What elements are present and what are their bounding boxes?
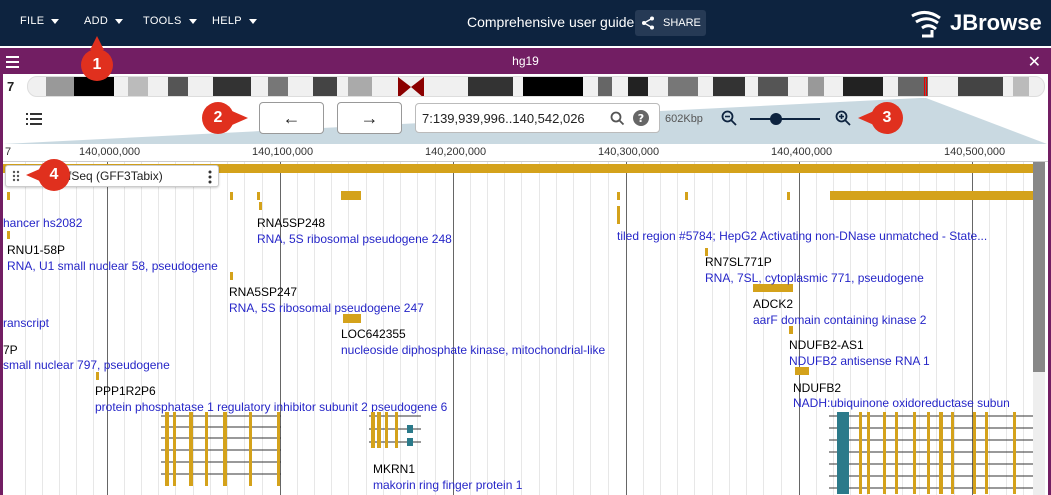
view-header: hg19 ✕: [0, 48, 1051, 74]
share-icon: [642, 16, 654, 30]
tools-menu[interactable]: TOOLS: [143, 15, 197, 27]
feature-bar[interactable]: [830, 191, 1033, 200]
ruler-tick: 140,400,000: [771, 146, 833, 158]
callout-badge: 1: [81, 49, 113, 81]
ruler-tick: 140,000,000: [79, 146, 141, 158]
feature-description[interactable]: hancer hs2082: [3, 216, 82, 230]
caret-down-icon: [51, 18, 60, 24]
region-size-label: 602Kbp: [665, 113, 703, 125]
share-button[interactable]: SHARE: [635, 10, 706, 36]
centromere-icon: [398, 77, 424, 96]
feature-name[interactable]: ADCK2: [753, 297, 793, 311]
jbrowse-logo: JBrowse: [910, 8, 1042, 38]
caret-down-icon: [188, 18, 197, 24]
search-icon[interactable]: [610, 111, 625, 126]
feature-name[interactable]: RNA5SP247: [229, 285, 297, 299]
help-menu[interactable]: HELP: [212, 15, 257, 27]
feature-name[interactable]: 7P: [3, 343, 18, 357]
callout-pointer: [232, 111, 248, 125]
add-menu[interactable]: ADD: [84, 15, 124, 27]
feature-name[interactable]: RNA5SP248: [257, 216, 325, 230]
zoom-slider-track[interactable]: [750, 118, 820, 120]
callout-badge: 3: [871, 102, 903, 134]
feature-name[interactable]: PPP1R2P6: [95, 384, 156, 398]
feature-name[interactable]: NDUFB2: [793, 381, 841, 395]
ruler-tick: 140,200,000: [425, 146, 487, 158]
scrollbar-thumb[interactable]: [1033, 162, 1045, 372]
feature-description[interactable]: makorin ring finger protein 1: [373, 478, 522, 492]
feature-description[interactable]: tiled region #5784; HepG2 Activating non…: [617, 229, 987, 243]
coordinate-ruler[interactable]: [3, 144, 1048, 162]
feature-description[interactable]: aarF domain containing kinase 2: [753, 313, 926, 327]
ruler-chrom-label: 7: [5, 146, 12, 158]
feature-description[interactable]: RNA, 7SL, cytoplasmic 771, pseudogene: [705, 271, 924, 285]
feature-name[interactable]: LOC642355: [341, 327, 406, 341]
feature-track[interactable]: hancer hs2082 RNA5SP248 RNA, 5S ribosoma…: [3, 162, 1033, 495]
feature-description[interactable]: RNA, 5S ribosomal pseudogene 248: [257, 232, 452, 246]
track-selector-icon[interactable]: [26, 112, 42, 129]
transcript-glyphs[interactable]: [823, 412, 1033, 495]
close-view-icon[interactable]: ✕: [1028, 52, 1041, 72]
feature-description[interactable]: ranscript: [3, 316, 49, 330]
scroll-right-button[interactable]: →: [337, 102, 402, 134]
ruler-tick: 140,500,000: [944, 146, 1006, 158]
ruler-tick: 140,100,000: [252, 146, 314, 158]
caret-down-icon: [115, 18, 124, 24]
drag-handle-icon[interactable]: [12, 170, 20, 182]
zoom-slider-thumb[interactable]: [770, 113, 782, 125]
scroll-left-button[interactable]: ←: [259, 102, 324, 134]
feature-description[interactable]: RNA, U1 small nuclear 58, pseudogene: [7, 259, 218, 273]
callout-pointer: [26, 168, 42, 182]
track-scrollbar[interactable]: [1033, 162, 1045, 495]
zoom-in-icon[interactable]: [835, 110, 851, 126]
svg-text:?: ?: [638, 112, 644, 125]
feature-description[interactable]: nucleoside diphosphate kinase, mitochond…: [341, 343, 605, 357]
feature-bar[interactable]: [341, 191, 361, 200]
feature-description[interactable]: small nuclear 797, pseudogene: [3, 358, 170, 372]
feature-name[interactable]: RNU1-58P: [7, 243, 65, 257]
feature-description[interactable]: RNA, 5S ribosomal pseudogene 247: [229, 301, 424, 315]
transcript-glyphs[interactable]: [363, 412, 423, 462]
chromosome-label: 7: [7, 79, 15, 94]
callout-badge: 2: [202, 102, 234, 134]
callout-badge: 4: [38, 159, 70, 191]
feature-name[interactable]: NDUFB2-AS1: [789, 338, 864, 352]
feature-description[interactable]: NADH:ubiquinone oxidoreductase subun: [793, 396, 1010, 410]
view-title: hg19: [512, 54, 539, 68]
feature-description[interactable]: NDUFB2 antisense RNA 1: [789, 354, 930, 368]
arrow-left-icon: ←: [282, 107, 301, 128]
file-menu[interactable]: FILE: [20, 15, 60, 27]
transcript-glyphs[interactable]: [153, 412, 283, 492]
ruler-tick: 140,300,000: [598, 146, 660, 158]
caret-down-icon: [248, 18, 257, 24]
track-menu-icon[interactable]: [208, 170, 212, 184]
callout-pointer: [858, 111, 874, 125]
logo-icon: [911, 11, 941, 38]
chromosome-ideogram[interactable]: [27, 76, 1045, 97]
app-bar: FILE ADD TOOLS HELP Comprehensive user g…: [0, 0, 1051, 46]
arrow-right-icon: →: [360, 107, 379, 128]
callout-pointer: [90, 36, 104, 50]
location-search-input[interactable]: 7:139,939,996..140,542,026 ?: [415, 103, 660, 133]
feature-name[interactable]: RN7SL771P: [705, 255, 772, 269]
zoom-out-icon[interactable]: [721, 110, 737, 126]
feature-name[interactable]: MKRN1: [373, 462, 415, 476]
help-icon[interactable]: ?: [633, 110, 649, 126]
session-title[interactable]: Comprehensive user guide: [467, 14, 634, 30]
